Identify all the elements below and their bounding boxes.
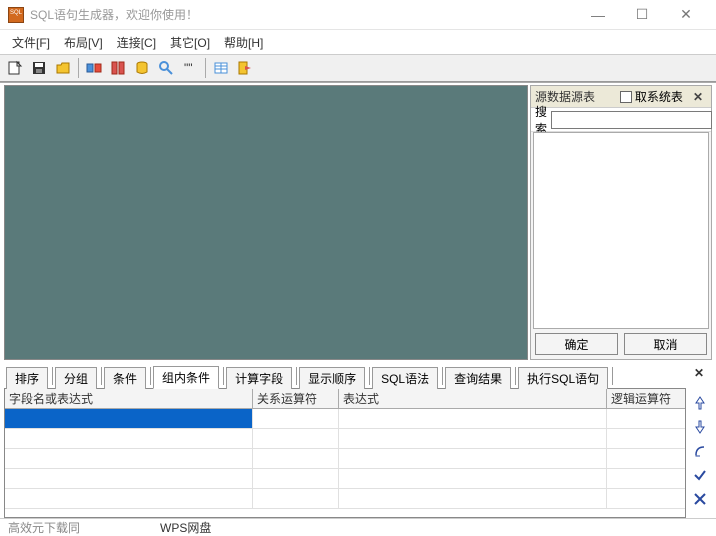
panel-close-button[interactable]: ✕ (689, 90, 707, 104)
title-bar: SQL语句生成器，欢迎你使用！ — ☐ ✕ (0, 0, 716, 30)
close-button[interactable]: ✕ (664, 1, 708, 29)
search-input[interactable] (551, 111, 712, 129)
grid-row[interactable] (5, 429, 685, 449)
checkbox-label: 取系统表 (635, 88, 683, 105)
footer-wps: WPS网盘 (160, 519, 211, 536)
panel-title: 源数据源表 (535, 88, 620, 105)
move-up-icon[interactable] (691, 394, 709, 412)
delete-icon[interactable] (691, 490, 709, 508)
footer-text: 高效元下载同 (8, 519, 80, 536)
new-icon[interactable] (4, 57, 26, 79)
move-down-icon[interactable] (691, 418, 709, 436)
grid-row[interactable] (5, 409, 685, 429)
cancel-button[interactable]: 取消 (624, 333, 707, 355)
status-bar: 高效元下载同 WPS网盘 (0, 518, 716, 536)
col-field[interactable]: 字段名或表达式 (5, 389, 253, 408)
app-icon (8, 7, 24, 23)
col-expression[interactable]: 表达式 (339, 389, 607, 408)
find-icon[interactable] (155, 57, 177, 79)
save-icon[interactable] (28, 57, 50, 79)
database-icon[interactable] (131, 57, 153, 79)
tab-incond[interactable]: 组内条件 (153, 366, 219, 389)
grid-row[interactable] (5, 449, 685, 469)
tabs-row: 排序 分组 条件 组内条件 计算字段 显示顺序 SQL语法 查询结果 执行SQL… (0, 364, 716, 388)
col-operator[interactable]: 关系运算符 (253, 389, 339, 408)
col-logic[interactable]: 逻辑运算符 (607, 389, 685, 408)
tab-sql[interactable]: SQL语法 (372, 367, 438, 389)
main-area: 源数据源表 取系统表 ✕ 搜索 确定 取消 (0, 82, 716, 362)
tab-sort[interactable]: 排序 (6, 367, 48, 389)
grid-area: 字段名或表达式 关系运算符 表达式 逻辑运算符 (0, 388, 716, 518)
conditions-grid[interactable]: 字段名或表达式 关系运算符 表达式 逻辑运算符 (4, 388, 686, 518)
tab-cond[interactable]: 条件 (104, 367, 146, 389)
row-controls (688, 388, 712, 518)
exit-icon[interactable] (234, 57, 256, 79)
quote-icon[interactable]: "" (179, 57, 201, 79)
menu-other[interactable]: 其它[O] (164, 32, 216, 53)
panel-header: 源数据源表 取系统表 ✕ (531, 86, 711, 108)
tab-calc[interactable]: 计算字段 (226, 367, 292, 389)
checkbox-icon (620, 91, 632, 103)
tab-group[interactable]: 分组 (55, 367, 97, 389)
grid-header: 字段名或表达式 关系运算符 表达式 逻辑运算符 (5, 389, 685, 409)
grid-row[interactable] (5, 469, 685, 489)
undo-icon[interactable] (691, 442, 709, 460)
lower-close-button[interactable]: ✕ (690, 364, 708, 382)
system-table-checkbox[interactable]: 取系统表 (620, 88, 683, 105)
menu-bar: 文件[F] 布局[V] 连接[C] 其它[O] 帮助[H] (0, 30, 716, 54)
tab-exec[interactable]: 执行SQL语句 (518, 367, 608, 389)
svg-text:"": "" (184, 61, 193, 75)
menu-layout[interactable]: 布局[V] (58, 32, 109, 53)
tab-result[interactable]: 查询结果 (445, 367, 511, 389)
grid-body (5, 409, 685, 517)
design-canvas[interactable] (4, 85, 528, 360)
grid-icon[interactable] (210, 57, 232, 79)
grid-row[interactable] (5, 489, 685, 509)
open-icon[interactable] (52, 57, 74, 79)
table-list[interactable] (533, 132, 709, 329)
window-title: SQL语句生成器，欢迎你使用！ (30, 6, 576, 23)
panel-buttons: 确定 取消 (531, 329, 711, 359)
minimize-button[interactable]: — (576, 1, 620, 29)
search-row: 搜索 (531, 108, 711, 132)
menu-help[interactable]: 帮助[H] (218, 32, 269, 53)
tab-dispord[interactable]: 显示顺序 (299, 367, 365, 389)
menu-file[interactable]: 文件[F] (6, 32, 56, 53)
tables-icon[interactable] (107, 57, 129, 79)
menu-connect[interactable]: 连接[C] (111, 32, 162, 53)
ok-button[interactable]: 确定 (535, 333, 618, 355)
maximize-button[interactable]: ☐ (620, 1, 664, 29)
connect-icon[interactable] (83, 57, 105, 79)
toolbar: "" (0, 54, 716, 82)
confirm-icon[interactable] (691, 466, 709, 484)
source-table-panel: 源数据源表 取系统表 ✕ 搜索 确定 取消 (530, 85, 712, 360)
